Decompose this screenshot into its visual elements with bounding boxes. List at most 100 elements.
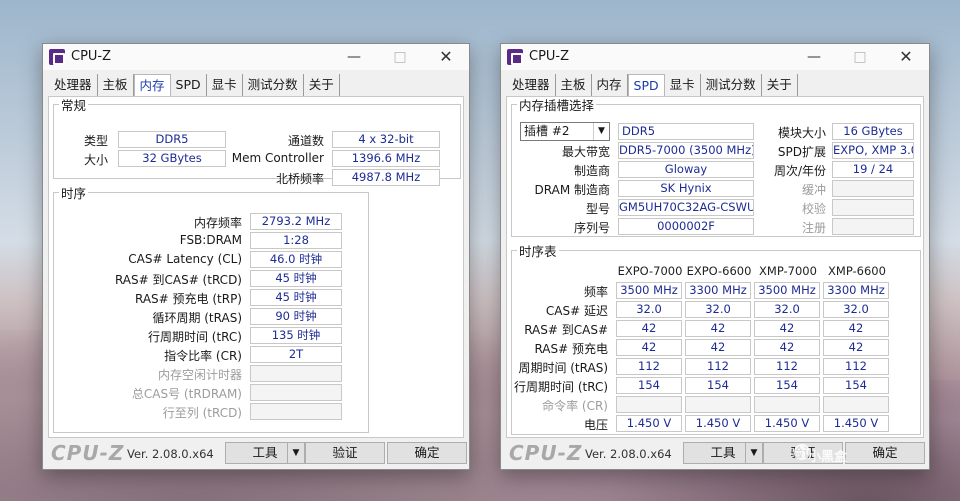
tab-spd[interactable]: SPD — [170, 74, 207, 96]
timing-value — [250, 403, 342, 420]
spd-ext-label: SPD扩展 — [777, 145, 826, 159]
registered-label: 注册 — [801, 221, 826, 235]
timing-cell: 112 — [685, 358, 751, 375]
tab-bar: 处理器 主板 内存 SPD 显卡 测试分数 关于 — [507, 74, 798, 96]
maximize-button[interactable]: □ — [837, 44, 883, 70]
timing-cell: 42 — [754, 320, 820, 337]
slot-group: 内存插槽选择 插槽 #2 ▼ DDR5 模块大小 16 GBytes 最大带宽 … — [511, 95, 921, 237]
part-number-label: 型号 — [585, 202, 610, 216]
timing-label: 行周期时间 (tRC) — [147, 330, 242, 344]
footer-bar: CPU-Z Ver. 2.08.0.x64 工具 ▼ 验证 确定 — [501, 437, 929, 469]
spd-tab-panel: 内存插槽选择 插槽 #2 ▼ DDR5 模块大小 16 GBytes 最大带宽 … — [506, 95, 924, 438]
minimize-button[interactable]: — — [331, 44, 377, 70]
slot-select[interactable]: 插槽 #2 ▼ — [520, 122, 610, 141]
slot-select-value: 插槽 #2 — [524, 124, 570, 138]
type-value: DDR5 — [118, 131, 226, 148]
tab-about[interactable]: 关于 — [303, 74, 340, 96]
timing-row-label: 电压 — [583, 418, 608, 432]
timing-label: RAS# 预充电 (tRP) — [134, 292, 242, 306]
tab-bench[interactable]: 测试分数 — [242, 74, 304, 96]
timings-legend: 时序 — [61, 186, 87, 201]
version-text: Ver. 2.08.0.x64 — [585, 447, 672, 461]
validate-button[interactable]: 验证 — [305, 442, 385, 464]
ok-button[interactable]: 确定 — [387, 442, 467, 464]
timing-cell: 42 — [823, 339, 889, 356]
chevron-down-icon[interactable]: ▼ — [593, 123, 609, 140]
size-label: 大小 — [83, 153, 108, 167]
tab-memory[interactable]: 内存 — [591, 74, 628, 96]
timing-cell: 1.450 V — [685, 415, 751, 432]
cpuz-brand-logo: CPU-Z — [51, 441, 125, 465]
close-button[interactable]: ✕ — [423, 44, 469, 70]
timing-cell: 3300 MHz — [685, 282, 751, 299]
tab-bench[interactable]: 测试分数 — [700, 74, 762, 96]
timing-cell: 42 — [616, 339, 682, 356]
tab-spd[interactable]: SPD — [627, 74, 665, 96]
tab-memory[interactable]: 内存 — [133, 74, 171, 96]
timing-cell: 32.0 — [754, 301, 820, 318]
timing-cell: 112 — [754, 358, 820, 375]
maximize-button[interactable]: □ — [377, 44, 423, 70]
timing-value — [250, 384, 342, 401]
timing-label: CAS# Latency (CL) — [128, 252, 242, 266]
channels-value: 4 x 32-bit — [332, 131, 440, 148]
timing-value: 45 时钟 — [250, 289, 342, 306]
manufacturer-label: 制造商 — [573, 164, 610, 178]
timing-row-label: CAS# 延迟 — [545, 304, 608, 318]
window-title: CPU-Z — [71, 49, 112, 64]
tab-mainboard[interactable]: 主板 — [555, 74, 592, 96]
timing-cell — [754, 396, 820, 413]
timing-row-label: RAS# 到CAS# — [524, 323, 608, 337]
timing-cell: 154 — [616, 377, 682, 394]
minimize-button[interactable]: — — [791, 44, 837, 70]
slot-legend: 内存插槽选择 — [519, 98, 595, 113]
memctrl-value: 1396.6 MHz — [332, 150, 440, 167]
timing-label: 指令比率 (CR) — [164, 349, 242, 363]
cpuz-window-memory[interactable]: CPU-Z — □ ✕ 处理器 主板 内存 SPD 显卡 测试分数 关于 常规 类型 DDR… — [42, 43, 470, 470]
buffered-label: 缓冲 — [801, 183, 826, 197]
max-bandwidth-label: 最大带宽 — [561, 145, 610, 159]
serial-label: 序列号 — [573, 221, 610, 235]
tab-cpu[interactable]: 处理器 — [49, 74, 98, 96]
timing-cell: 112 — [823, 358, 889, 375]
timing-value: 45 时钟 — [250, 270, 342, 287]
timing-cell: 42 — [616, 320, 682, 337]
timing-cell: 42 — [754, 339, 820, 356]
timing-cell: 42 — [685, 320, 751, 337]
timing-column-header: XMP-7000 — [759, 264, 817, 278]
general-group: 常规 类型 DDR5 大小 32 GBytes 通道数 4 x 32-bit M… — [53, 95, 461, 186]
memory-tab-panel: 常规 类型 DDR5 大小 32 GBytes 通道数 4 x 32-bit M… — [48, 95, 464, 438]
timing-cell — [823, 396, 889, 413]
max-bandwidth-value: DDR5-7000 (3500 MHz) — [618, 142, 754, 159]
tab-graphics[interactable]: 显卡 — [664, 74, 701, 96]
channels-label: 通道数 — [287, 134, 324, 148]
timing-cell: 32.0 — [685, 301, 751, 318]
version-text: Ver. 2.08.0.x64 — [127, 447, 214, 461]
timing-label: 内存频率 — [193, 216, 242, 230]
timing-row-label: 行周期时间 (tRC) — [514, 380, 609, 394]
timing-column-header: XMP-6600 — [828, 264, 886, 278]
tools-dropdown-arrow[interactable]: ▼ — [745, 442, 763, 464]
timing-cell: 42 — [685, 339, 751, 356]
title-bar[interactable]: CPU-Z — □ ✕ — [43, 44, 469, 70]
serial-value: 0000002F — [618, 218, 754, 235]
footer-bar: CPU-Z Ver. 2.08.0.x64 工具 ▼ 验证 确定 — [43, 437, 469, 469]
timing-value: 135 时钟 — [250, 327, 342, 344]
tab-about[interactable]: 关于 — [761, 74, 798, 96]
cpuz-window-spd[interactable]: CPU-Z — □ ✕ 处理器 主板 内存 SPD 显卡 测试分数 关于 内存插槽选择 插槽… — [500, 43, 930, 470]
tab-mainboard[interactable]: 主板 — [97, 74, 134, 96]
timing-cell — [616, 396, 682, 413]
ok-button[interactable]: 确定 — [845, 442, 925, 464]
tab-graphics[interactable]: 显卡 — [206, 74, 243, 96]
tab-cpu[interactable]: 处理器 — [507, 74, 556, 96]
close-button[interactable]: ✕ — [883, 44, 929, 70]
correction-value — [832, 199, 914, 216]
cpuz-app-icon — [49, 49, 65, 65]
timing-row-label: RAS# 预充电 — [534, 342, 608, 356]
title-bar[interactable]: CPU-Z — □ ✕ — [501, 44, 929, 70]
timing-column-header: EXPO-6600 — [686, 264, 752, 278]
type-label: 类型 — [83, 134, 108, 148]
memctrl-label: Mem Controller — [231, 151, 324, 165]
week-year-label: 周次/年份 — [773, 164, 826, 178]
tools-dropdown-arrow[interactable]: ▼ — [287, 442, 305, 464]
